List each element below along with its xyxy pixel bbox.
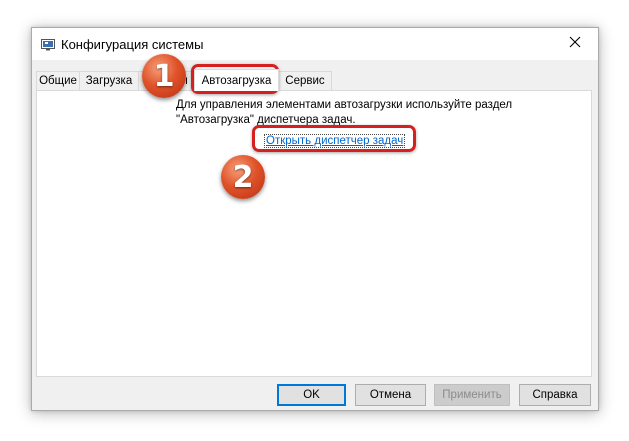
ok-button[interactable]: OK <box>277 384 346 406</box>
close-button[interactable] <box>552 28 598 60</box>
startup-description-line1: Для управления элементами автозагрузки и… <box>176 99 513 111</box>
tab-general[interactable]: Общие <box>36 71 80 90</box>
tab-startup[interactable]: Автозагрузка <box>194 69 279 91</box>
window-title: Конфигурация системы <box>61 37 204 52</box>
tab-boot[interactable]: Загрузка <box>79 71 139 90</box>
startup-description: Для управления элементами автозагрузки и… <box>176 98 512 128</box>
screen: Конфигурация системы Общие Загрузка Служ… <box>0 0 629 441</box>
system-configuration-dialog: Конфигурация системы Общие Загрузка Служ… <box>31 27 599 411</box>
tab-services[interactable]: Службы <box>138 71 194 90</box>
cancel-button[interactable]: Отмена <box>355 384 426 406</box>
msconfig-icon <box>41 38 55 51</box>
help-button[interactable]: Справка <box>519 384 591 406</box>
tab-tools[interactable]: Сервис <box>278 71 332 90</box>
open-task-manager-link[interactable]: Открыть диспетчер задач <box>264 134 406 148</box>
title-bar[interactable]: Конфигурация системы <box>32 28 598 60</box>
startup-tab-panel: Для управления элементами автозагрузки и… <box>36 90 592 377</box>
startup-description-line2: "Автозагрузка" диспетчера задач. <box>176 114 356 126</box>
close-icon <box>569 35 581 53</box>
apply-button[interactable]: Применить <box>434 384 510 406</box>
